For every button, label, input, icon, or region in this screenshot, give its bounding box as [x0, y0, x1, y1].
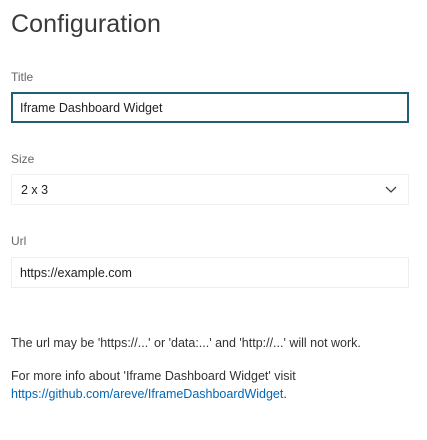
size-label: Size — [11, 152, 35, 166]
more-info-text: For more info about 'Iframe Dashboard Wi… — [11, 369, 296, 383]
github-link[interactable]: https://github.com/areve/IframeDashboard… — [11, 387, 283, 401]
title-label: Title — [11, 70, 34, 84]
more-info-link-line: https://github.com/areve/IframeDashboard… — [11, 385, 416, 403]
size-select[interactable]: 2 x 3 — [11, 174, 409, 205]
configuration-page: Configuration Title Size 2 x 3 Url The u… — [0, 0, 427, 440]
more-info-note: For more info about 'Iframe Dashboard Wi… — [11, 367, 416, 403]
chevron-down-icon — [384, 183, 398, 197]
more-info-period: . — [283, 387, 287, 401]
size-select-value: 2 x 3 — [21, 182, 49, 197]
page-title: Configuration — [11, 10, 162, 38]
url-label: Url — [11, 234, 27, 248]
url-input[interactable] — [11, 257, 409, 288]
url-rule-note: The url may be 'https://...' or 'data:..… — [11, 336, 361, 350]
title-input[interactable] — [11, 92, 409, 123]
